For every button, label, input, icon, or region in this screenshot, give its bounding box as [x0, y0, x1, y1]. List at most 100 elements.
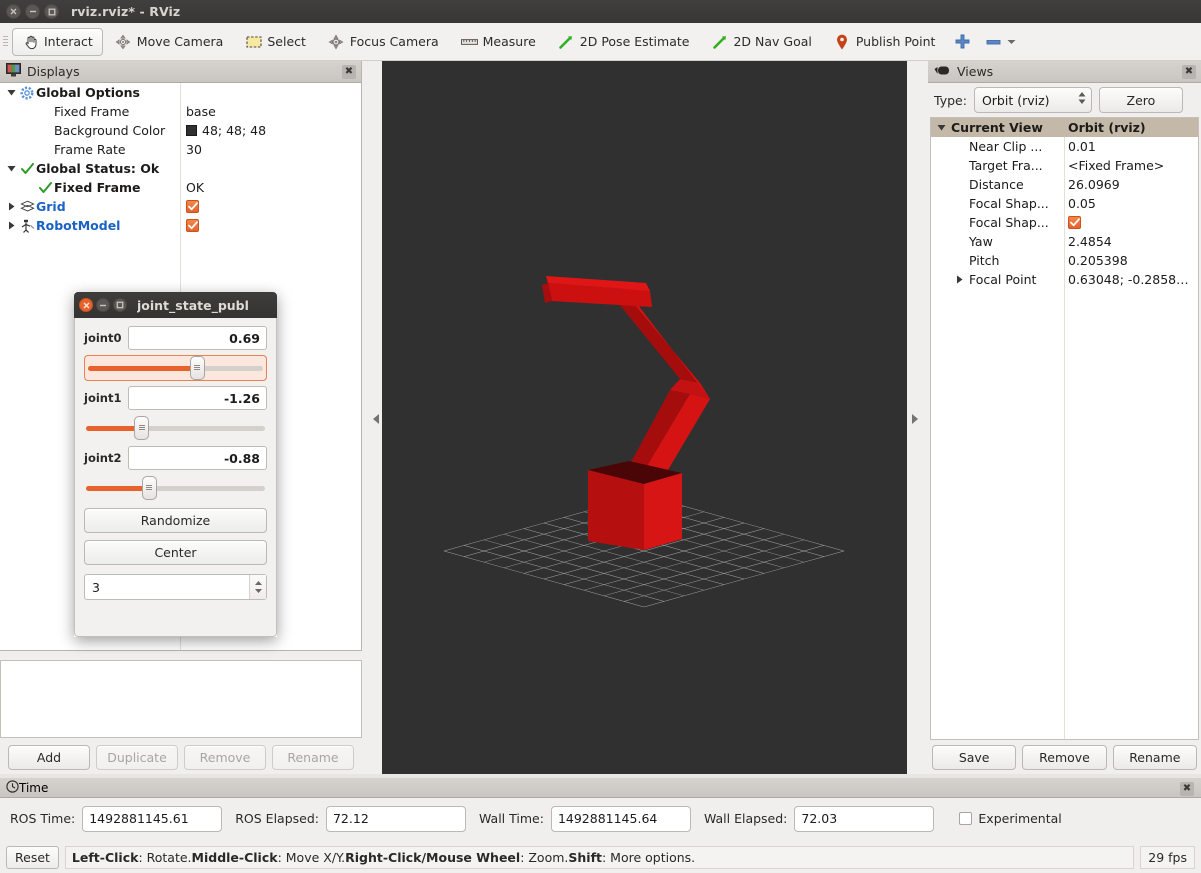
joint-value-input[interactable]: -1.26 [128, 386, 267, 410]
display-tree-row[interactable]: Background Color 48; 48; 48 [0, 121, 361, 140]
display-row-value[interactable]: OK [186, 180, 204, 195]
slider-track[interactable] [86, 475, 265, 500]
window-close-button[interactable] [6, 4, 21, 19]
chevron-down-icon[interactable] [4, 164, 18, 173]
views-row-value[interactable]: 0.63048; -0.2858… [1068, 272, 1189, 287]
views-row-value[interactable]: 0.01 [1068, 139, 1096, 154]
display-tree-row[interactable]: Global Options [0, 83, 361, 102]
zero-view-button[interactable]: Zero [1098, 87, 1183, 113]
views-tree-row[interactable]: Focal Shap... [931, 213, 1198, 232]
joint-state-publisher-dialog[interactable]: joint_state_publ joint0 0.69 joint1 -1.26 jo… [74, 292, 277, 637]
display-row-value[interactable]: base [186, 104, 216, 119]
display-row-value[interactable]: 30 [186, 142, 202, 157]
tool-interact[interactable]: Interact [12, 27, 103, 56]
display-tree-row[interactable]: Fixed Frame OK [0, 178, 361, 197]
chevron-right-icon[interactable] [951, 275, 967, 284]
ros-elapsed-field[interactable]: 72.12 [325, 805, 466, 832]
slider-track[interactable] [88, 355, 263, 380]
tool-2d-pose-estimate[interactable]: 2D Pose Estimate [548, 28, 700, 56]
display-tree-row[interactable]: Grid [0, 197, 361, 216]
joint-slider[interactable] [84, 355, 267, 381]
tool-measure[interactable]: Measure [451, 28, 546, 56]
display-enabled-checkbox[interactable] [186, 200, 199, 213]
tool-move-camera[interactable]: Move Camera [105, 28, 234, 56]
view-type-select[interactable]: Orbit (rviz) [973, 87, 1092, 113]
remove-view-button[interactable]: Remove [1022, 744, 1107, 770]
tool-remove-minus[interactable] [980, 28, 1022, 56]
views-row-value[interactable]: Orbit (rviz) [1068, 120, 1146, 135]
views-tree-row[interactable]: Yaw 2.4854 [931, 232, 1198, 251]
views-tree-row[interactable]: Target Fra... <Fixed Frame> [931, 156, 1198, 175]
experimental-checkbox[interactable] [959, 812, 973, 825]
toolbar-grip[interactable] [0, 23, 11, 61]
triangle-right-icon[interactable] [910, 412, 919, 426]
window-maximize-button[interactable] [44, 4, 59, 19]
joint-count-spinbox[interactable]: 3 [84, 574, 267, 600]
views-row-value[interactable]: 0.05 [1068, 196, 1096, 211]
grid-icon [18, 200, 36, 213]
slider-handle[interactable] [141, 475, 157, 500]
render-viewport-3d[interactable] [382, 61, 907, 774]
rename-view-button[interactable]: Rename [1112, 744, 1197, 770]
views-tree-header-row[interactable]: Current View Orbit (rviz) [931, 118, 1198, 137]
tool-2d-nav-goal[interactable]: 2D Nav Goal [701, 28, 821, 56]
views-tree-row[interactable]: Distance 26.0969 [931, 175, 1198, 194]
joint-value-input[interactable]: 0.69 [128, 326, 267, 350]
displays-property-area[interactable] [0, 660, 362, 738]
tool-publish-point[interactable]: Publish Point [824, 28, 946, 56]
chevron-down-icon[interactable] [4, 88, 18, 97]
jsp-maximize-button[interactable] [113, 298, 127, 312]
views-row-value[interactable]: 26.0969 [1068, 177, 1120, 192]
chevron-down-icon[interactable] [1006, 33, 1017, 50]
displays-button-row: Add Duplicate Remove Rename [0, 740, 362, 774]
close-icon[interactable]: ✖ [1180, 782, 1194, 796]
slider-handle[interactable] [189, 355, 205, 380]
slider-handle[interactable] [134, 415, 150, 440]
wall-time-field[interactable]: 1492881145.64 [550, 805, 691, 832]
center-button[interactable]: Center [84, 540, 267, 565]
chevron-down-icon[interactable] [933, 123, 949, 132]
views-row-checkbox[interactable] [1068, 216, 1081, 229]
joint-value-input[interactable]: -0.88 [128, 446, 267, 470]
tool-select[interactable]: Select [235, 28, 316, 56]
remove-display-button[interactable]: Remove [184, 744, 266, 770]
add-display-button[interactable]: Add [8, 744, 90, 770]
close-icon[interactable]: ✖ [1182, 65, 1196, 79]
display-row-value[interactable]: 48; 48; 48 [186, 123, 266, 138]
joint-slider[interactable] [84, 475, 267, 501]
slider-track[interactable] [86, 415, 265, 440]
views-tree-row[interactable]: Focal Point 0.63048; -0.2858… [931, 270, 1198, 289]
randomize-button[interactable]: Randomize [84, 508, 267, 533]
tool-add-plus[interactable] [947, 28, 978, 56]
views-row-value[interactable]: 2.4854 [1068, 234, 1112, 249]
reset-button[interactable]: Reset [6, 846, 59, 869]
wall-elapsed-field[interactable]: 72.03 [794, 805, 935, 832]
save-view-button[interactable]: Save [932, 744, 1017, 770]
views-property-tree[interactable]: Current View Orbit (rviz) Near Clip ... 0.0… [930, 117, 1199, 740]
display-tree-row[interactable]: Frame Rate 30 [0, 140, 361, 159]
window-titlebar: rviz.rviz* - RViz [0, 0, 1201, 23]
views-tree-row[interactable]: Near Clip ... 0.01 [931, 137, 1198, 156]
tool-focus-camera[interactable]: Focus Camera [318, 28, 449, 56]
display-tree-row[interactable]: Global Status: Ok [0, 159, 361, 178]
display-tree-row[interactable]: Fixed Frame base [0, 102, 361, 121]
ros-time-field[interactable]: 1492881145.61 [82, 805, 223, 832]
joint-slider[interactable] [84, 415, 267, 441]
duplicate-display-button[interactable]: Duplicate [96, 744, 178, 770]
window-minimize-button[interactable] [25, 4, 40, 19]
views-row-value[interactable]: <Fixed Frame> [1068, 158, 1164, 173]
jsp-close-button[interactable] [79, 298, 93, 312]
chevron-right-icon[interactable] [4, 221, 18, 230]
spinbox-arrows[interactable] [249, 575, 266, 599]
jsp-minimize-button[interactable] [96, 298, 110, 312]
triangle-left-icon[interactable] [371, 412, 380, 426]
display-enabled-checkbox[interactable] [186, 219, 199, 232]
slider-fill [86, 425, 142, 431]
close-icon[interactable]: ✖ [342, 65, 356, 79]
rename-display-button[interactable]: Rename [272, 744, 354, 770]
views-tree-row[interactable]: Pitch 0.205398 [931, 251, 1198, 270]
views-row-value[interactable]: 0.205398 [1068, 253, 1128, 268]
display-tree-row[interactable]: RobotModel [0, 216, 361, 235]
chevron-right-icon[interactable] [4, 202, 18, 211]
views-tree-row[interactable]: Focal Shap... 0.05 [931, 194, 1198, 213]
